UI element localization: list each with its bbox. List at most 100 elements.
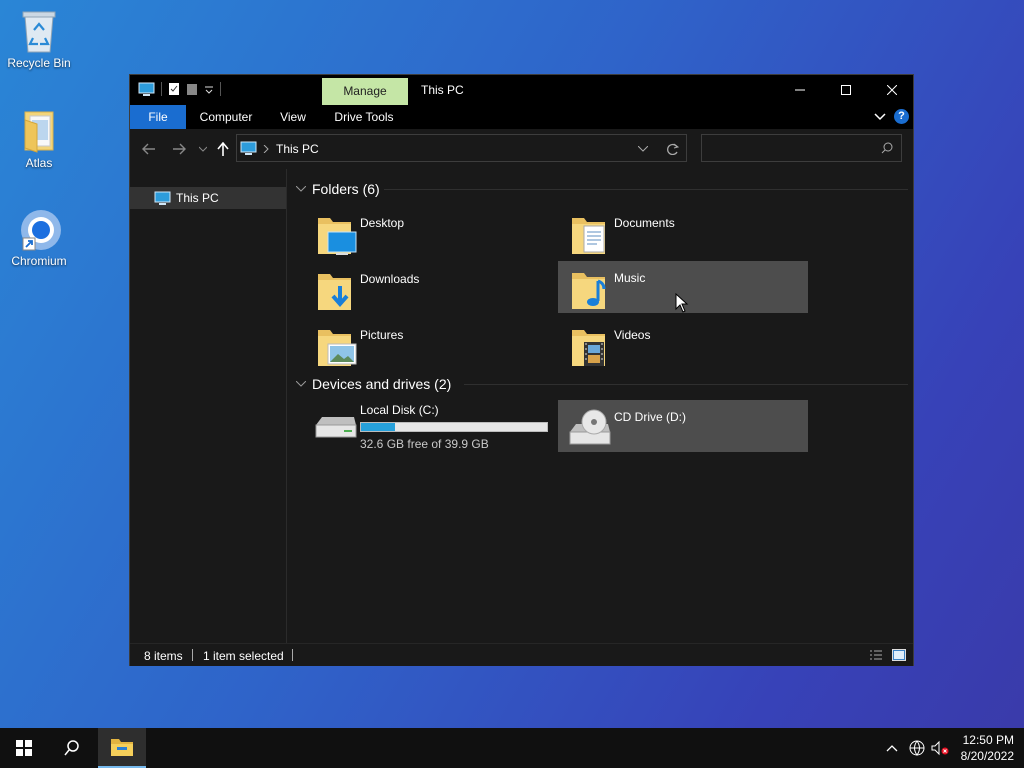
- downloads-folder-icon: [318, 274, 351, 310]
- window-title: This PC: [421, 83, 464, 97]
- search-button[interactable]: [48, 728, 96, 768]
- separator: [161, 82, 162, 96]
- tab-view[interactable]: View: [270, 105, 316, 129]
- windows-logo-icon: [16, 740, 32, 756]
- desktop-folder-icon: [318, 218, 357, 255]
- tab-drive-tools[interactable]: Drive Tools: [328, 105, 400, 129]
- minimize-button[interactable]: [777, 75, 823, 105]
- customize-qat-icon[interactable]: [204, 82, 214, 96]
- ribbon-controls: ?: [874, 109, 909, 124]
- address-history-icon[interactable]: [638, 146, 648, 152]
- documents-folder-icon: [572, 218, 605, 254]
- ribbon-tabs: File Computer View Drive Tools ?: [130, 105, 913, 129]
- chevron-down-icon: [199, 146, 207, 152]
- drive-label: CD Drive (D:): [614, 410, 686, 424]
- large-icons-view-icon[interactable]: [892, 649, 906, 661]
- close-icon: [887, 85, 897, 95]
- desktop-icon-chromium[interactable]: Chromium: [4, 206, 74, 268]
- folder-tile-desktop[interactable]: Desktop: [304, 206, 554, 258]
- system-tray: [886, 728, 949, 768]
- arrow-up-icon: [217, 142, 229, 156]
- expand-ribbon-icon[interactable]: [874, 111, 886, 123]
- drive-usage-fill: [361, 423, 396, 431]
- group-header-folders[interactable]: Folders (6): [296, 181, 380, 197]
- recent-locations-button[interactable]: [194, 140, 212, 158]
- desktop-icon-label: Chromium: [11, 254, 67, 268]
- chromium-icon: [21, 210, 61, 251]
- close-button[interactable]: [869, 75, 915, 105]
- recycle-bin-icon: [22, 11, 56, 53]
- back-button[interactable]: [140, 140, 158, 158]
- folder-label: Downloads: [360, 272, 420, 286]
- chevron-right-icon[interactable]: [263, 145, 269, 153]
- taskbar-file-explorer[interactable]: [98, 728, 146, 768]
- maximize-button[interactable]: [823, 75, 869, 105]
- status-separator: [292, 649, 293, 661]
- folder-tile-videos[interactable]: Videos: [558, 318, 808, 370]
- folder-label: Music: [614, 271, 646, 285]
- desktop-icon-label: Recycle Bin: [7, 56, 71, 70]
- status-item-count: 8 items: [144, 649, 183, 663]
- tab-computer[interactable]: Computer: [194, 105, 258, 129]
- group-divider: [384, 189, 908, 190]
- volume-muted-icon[interactable]: [931, 740, 949, 756]
- address-path[interactable]: This PC: [276, 142, 319, 156]
- file-explorer-icon: [111, 739, 133, 756]
- folder-icon: [24, 111, 54, 153]
- folder-label: Documents: [614, 216, 675, 230]
- chevron-up-icon[interactable]: [886, 744, 898, 752]
- desktop-icon-atlas[interactable]: Atlas: [4, 108, 74, 170]
- search-icon: [64, 740, 79, 756]
- folder-tile-documents[interactable]: Documents: [558, 206, 808, 258]
- up-button[interactable]: [214, 140, 232, 158]
- search-icon: [881, 142, 893, 154]
- drive-tile-local-disk[interactable]: Local Disk (C:) 32.6 GB free of 39.9 GB: [304, 399, 554, 453]
- nav-item-label: This PC: [176, 191, 219, 205]
- this-pc-icon: [154, 191, 171, 205]
- group-header-devices[interactable]: Devices and drives (2): [296, 376, 451, 392]
- file-explorer-window: Manage This PC File Computer View Drive …: [129, 74, 914, 666]
- this-pc-icon[interactable]: [138, 82, 155, 96]
- arrow-left-icon: [142, 143, 155, 155]
- address-bar[interactable]: This PC: [236, 134, 687, 162]
- taskbar: 12:50 PM 8/20/2022: [0, 728, 1024, 768]
- folder-tile-downloads[interactable]: Downloads: [304, 262, 554, 314]
- tab-file[interactable]: File: [130, 105, 186, 129]
- status-bar: 8 items 1 item selected: [130, 643, 913, 666]
- pictures-folder-icon: [318, 330, 357, 366]
- new-folder-icon[interactable]: [186, 82, 198, 96]
- quick-access-toolbar: [138, 82, 221, 96]
- network-globe-icon[interactable]: [909, 740, 925, 756]
- chevron-down-icon: [296, 186, 306, 192]
- folder-label: Videos: [614, 328, 651, 342]
- maximize-icon: [841, 85, 851, 95]
- search-box[interactable]: [701, 134, 902, 162]
- navigation-bar: This PC: [130, 129, 913, 169]
- clock[interactable]: 12:50 PM 8/20/2022: [961, 732, 1014, 764]
- arrow-right-icon: [173, 143, 186, 155]
- forward-button[interactable]: [170, 140, 188, 158]
- this-pc-icon: [240, 141, 257, 155]
- drive-free-space: 32.6 GB free of 39.9 GB: [360, 437, 489, 451]
- title-bar[interactable]: Manage This PC: [130, 75, 913, 105]
- drive-tile-cd-drive[interactable]: CD Drive (D:): [558, 400, 808, 452]
- desktop-icon-recycle-bin[interactable]: Recycle Bin: [4, 8, 74, 70]
- folder-label: Desktop: [360, 216, 405, 230]
- group-divider: [464, 384, 908, 385]
- details-view-icon[interactable]: [869, 649, 883, 661]
- music-folder-icon: [572, 273, 606, 309]
- refresh-icon[interactable]: [667, 143, 679, 155]
- properties-icon[interactable]: [168, 82, 180, 96]
- group-title: Folders (6): [312, 181, 380, 197]
- minimize-icon: [795, 89, 805, 91]
- help-icon[interactable]: ?: [894, 109, 909, 124]
- drive-usage-bar: [360, 422, 548, 432]
- separator: [220, 82, 221, 96]
- videos-folder-icon: [572, 330, 605, 366]
- nav-item-this-pc[interactable]: This PC: [130, 187, 286, 209]
- tab-manage[interactable]: Manage: [322, 78, 408, 105]
- folder-tile-pictures[interactable]: Pictures: [304, 318, 554, 370]
- desktop-icon-label: Atlas: [25, 156, 53, 170]
- start-button[interactable]: [0, 728, 48, 768]
- status-separator: [192, 649, 193, 661]
